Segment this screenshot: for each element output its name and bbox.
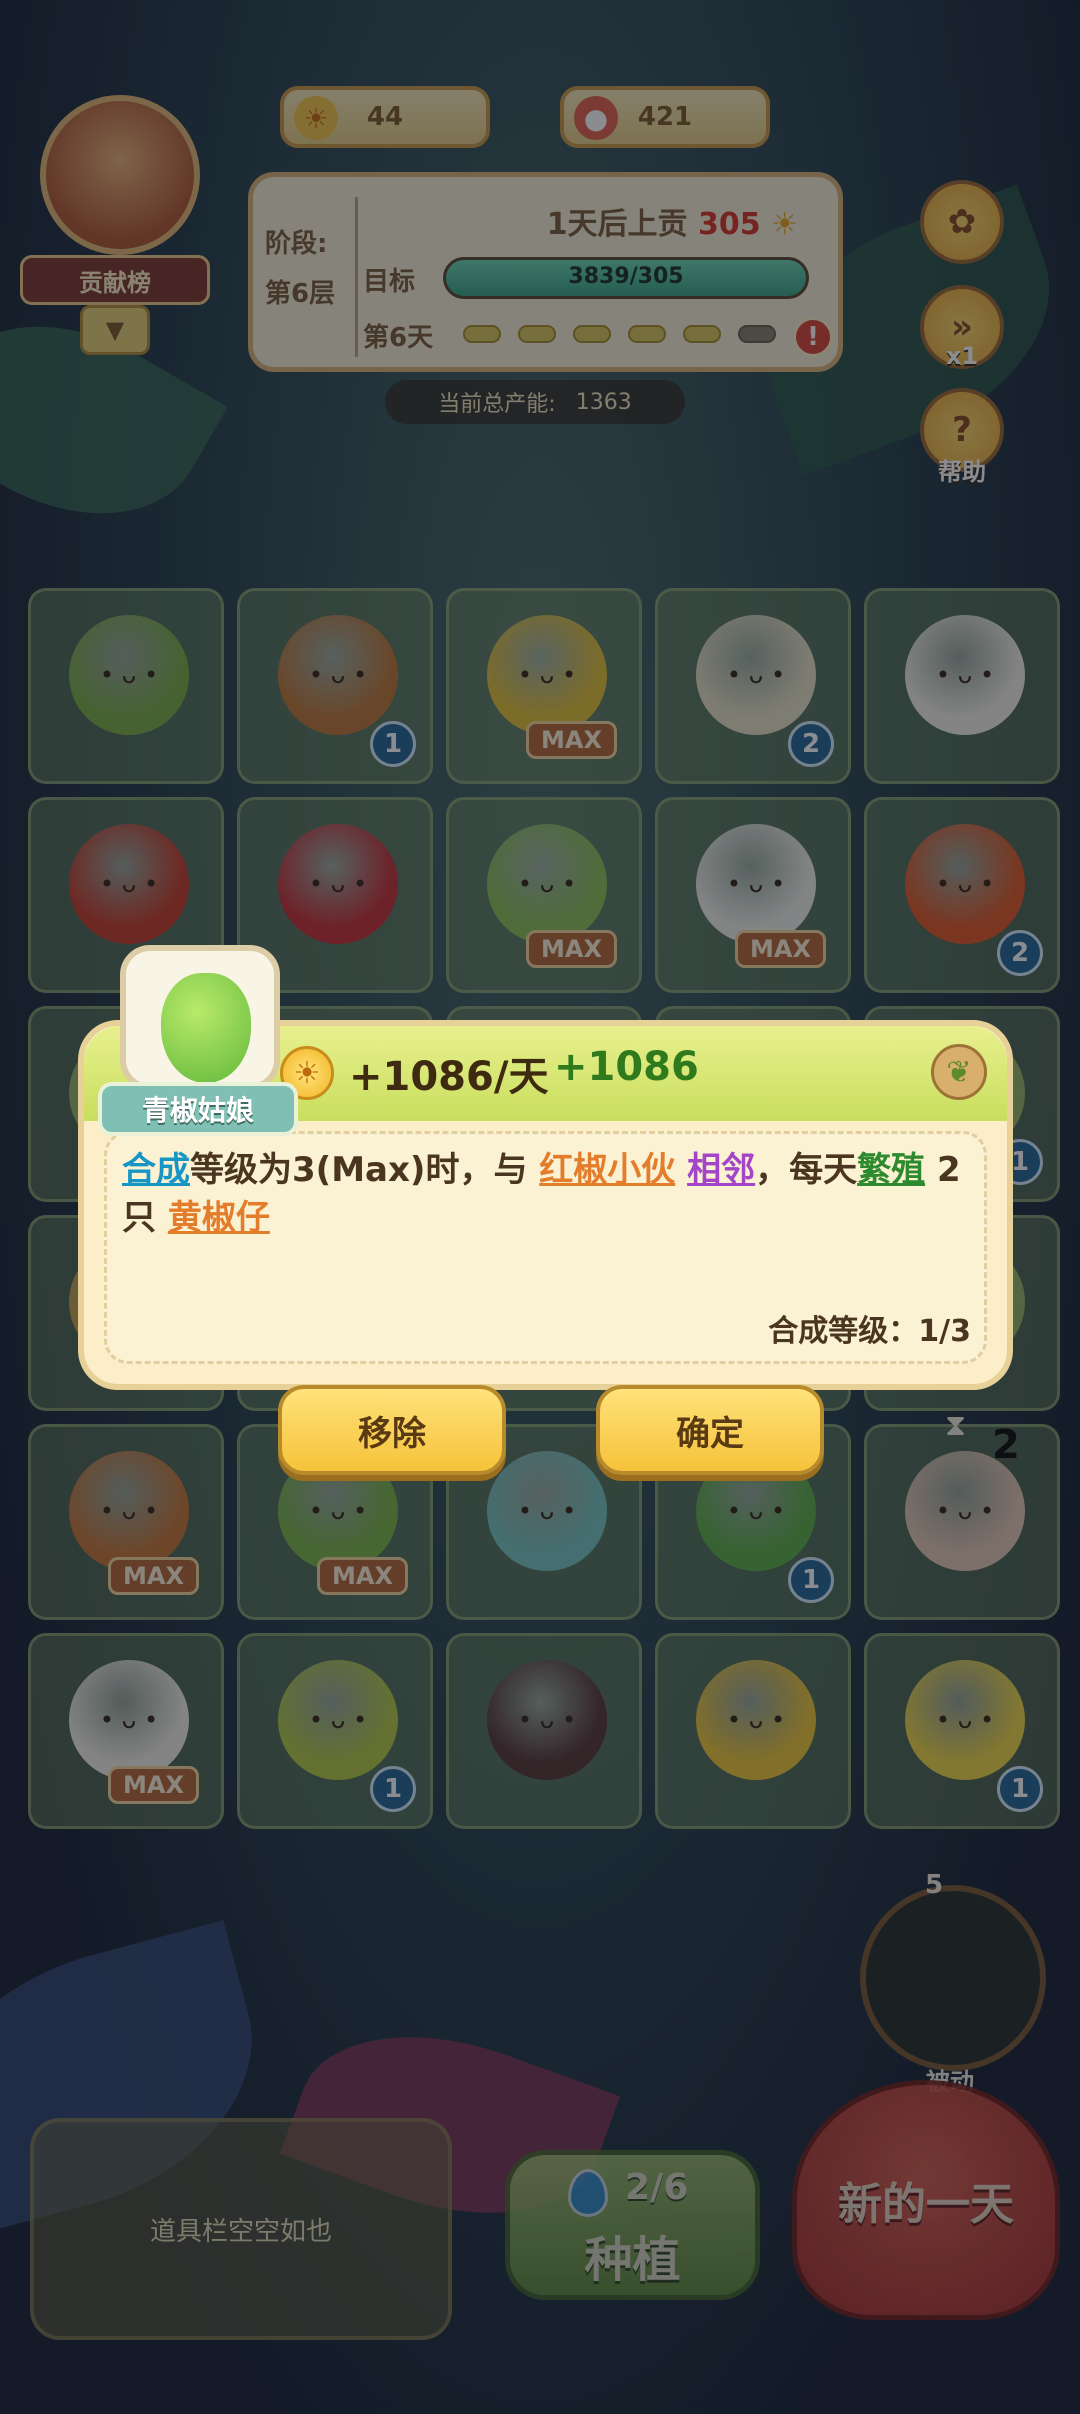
leaf-icon: ❦ [931, 1044, 987, 1100]
keyword-link[interactable]: 相邻 [687, 1150, 755, 1190]
plant-name: 青椒姑娘 [98, 1082, 298, 1136]
description-text [675, 1150, 687, 1190]
plant-description: 合成等级为3(Max)时，与 红椒小伙 相邻，每天繁殖 2 只 黄椒仔 [122, 1146, 967, 1242]
game-scene: ☀ 44 ● 421 贡献榜 ▼ 阶段: 第6层 1天后上贡 305 ☀ 目标 … [0, 0, 1080, 2414]
keyword-link[interactable]: 繁殖 [857, 1150, 925, 1190]
confirm-button[interactable]: 确定 [596, 1385, 824, 1475]
daily-rate: +1086/天 [349, 1054, 549, 1100]
keyword-link[interactable]: 黄椒仔 [168, 1198, 270, 1238]
green-pepper-icon [161, 973, 251, 1083]
plant-portrait [120, 945, 280, 1090]
merge-level: 合成等级：1/3 [768, 1314, 971, 1349]
keyword-link[interactable]: 红椒小伙 [539, 1150, 675, 1190]
bonus-rate: +1086 [554, 1044, 699, 1090]
keyword-link[interactable]: 合成 [122, 1150, 190, 1190]
description-text: 等级为3(Max)时，与 [190, 1150, 540, 1190]
remove-button[interactable]: 移除 [278, 1385, 506, 1475]
description-text: ，每天 [755, 1150, 858, 1190]
